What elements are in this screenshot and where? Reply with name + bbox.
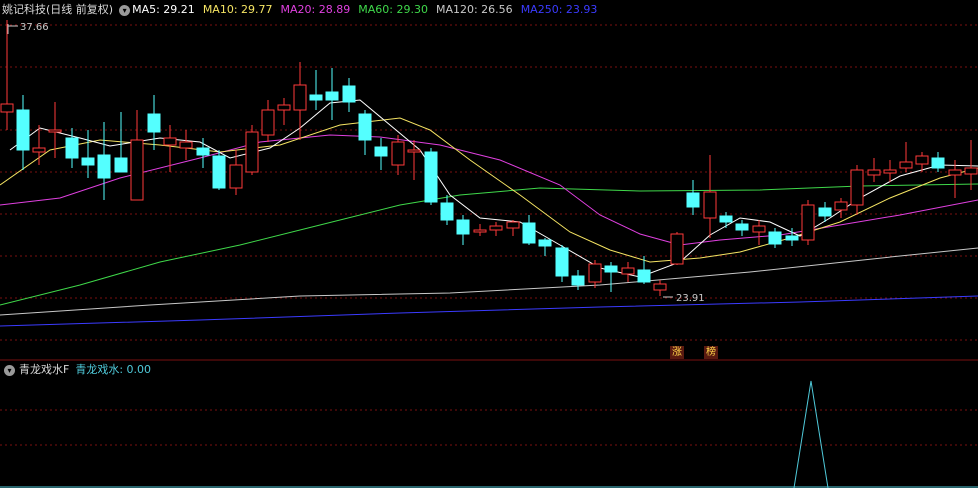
- indicator-plot: [0, 380, 978, 488]
- candle: [735, 220, 749, 236]
- candle: [686, 180, 700, 215]
- ma250-line: [0, 295, 978, 327]
- stock-title: 姚记科技(日线 前复权): [2, 3, 114, 16]
- candle: [196, 138, 210, 168]
- candle: [374, 138, 388, 170]
- candle: [358, 110, 372, 155]
- price-grid: [0, 24, 978, 446]
- candle: [489, 222, 503, 236]
- ma60-label: MA60: 29.30: [358, 3, 428, 16]
- candle: [147, 95, 161, 150]
- chevron-down-icon[interactable]: ▾: [4, 364, 15, 376]
- kline-chart[interactable]: 37.66 23.91: [0, 0, 978, 488]
- candle: [229, 150, 243, 195]
- indicator-value: 青龙戏水: 0.00: [75, 363, 152, 376]
- candle: [32, 125, 46, 165]
- candle: [391, 135, 405, 175]
- candle: [97, 122, 111, 200]
- candle: [670, 232, 684, 265]
- candle: [309, 70, 323, 110]
- candle: [931, 152, 945, 172]
- candle: [703, 155, 717, 238]
- candle: [752, 220, 766, 245]
- candle: [473, 224, 487, 236]
- ma60-line: [0, 183, 978, 306]
- chart-header: 姚记科技(日线 前复权) ▾ MA5: 29.21 MA10: 29.77 MA20: …: [0, 0, 978, 20]
- candle: [538, 238, 552, 256]
- candle: [245, 125, 259, 175]
- candle: [588, 260, 602, 288]
- candle: [342, 78, 356, 112]
- price-annotations: 37.66 23.91: [7, 22, 705, 304]
- candle: [653, 280, 667, 296]
- candle: [850, 165, 864, 215]
- candle: [325, 68, 339, 120]
- candle: [293, 62, 307, 140]
- candle: [212, 150, 226, 190]
- candle: [407, 140, 421, 180]
- high-price-label: 37.66: [20, 22, 49, 33]
- candle: [571, 270, 585, 290]
- candle: [768, 228, 782, 248]
- candle: [867, 158, 881, 182]
- candle: [424, 148, 438, 205]
- ma20-label: MA20: 28.89: [280, 3, 351, 16]
- ma250-label: MA250: 23.93: [520, 3, 598, 16]
- candle: [555, 245, 569, 282]
- candle: [621, 262, 635, 282]
- indicator-header: ▾ 青龙戏水F 青龙戏水: 0.00: [0, 362, 151, 378]
- ma5-label: MA5: 29.21: [132, 3, 195, 16]
- candle: [964, 140, 978, 190]
- candle: [604, 262, 618, 292]
- candle: [130, 110, 144, 201]
- ma120-line: [0, 247, 978, 316]
- ma10-label: MA10: 29.77: [202, 3, 273, 16]
- candle: [440, 195, 454, 225]
- candle: [261, 100, 275, 142]
- candle: [899, 142, 913, 172]
- candle: [506, 220, 520, 236]
- chevron-down-icon[interactable]: ▾: [119, 4, 131, 16]
- candle: [637, 256, 651, 284]
- candle: [0, 20, 14, 130]
- ma120-label: MA120: 26.56: [435, 3, 513, 16]
- candle: [81, 130, 95, 178]
- candle: [522, 215, 536, 245]
- ranking-tag[interactable]: 榜: [704, 346, 718, 359]
- candle: [179, 130, 193, 160]
- limit-up-tag[interactable]: 涨: [670, 346, 684, 359]
- candle: [16, 95, 30, 170]
- ma10-line: [0, 117, 978, 263]
- indicator-name: 青龙戏水F: [19, 363, 70, 376]
- candlesticks: [0, 20, 978, 296]
- low-price-label: 23.91: [676, 293, 705, 304]
- candle: [65, 128, 79, 168]
- candle: [801, 200, 815, 245]
- candle: [456, 215, 470, 245]
- candle: [277, 98, 291, 125]
- candle: [834, 198, 848, 218]
- ma20-line: [0, 134, 978, 246]
